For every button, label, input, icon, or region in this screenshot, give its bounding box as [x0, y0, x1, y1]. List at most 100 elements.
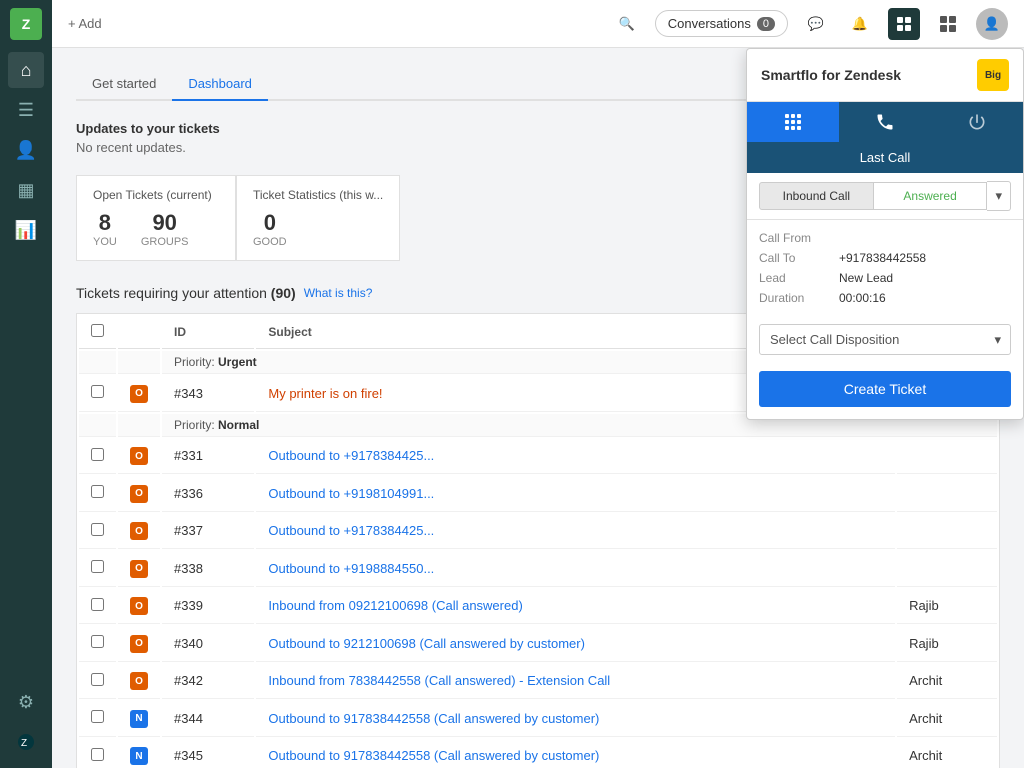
table-row: O #331 Outbound to +9178384425... [79, 439, 997, 475]
ticket-assignee: Rajib [897, 589, 997, 625]
nav-home[interactable]: ⌂ [8, 52, 44, 88]
add-button[interactable]: + Add [68, 16, 102, 31]
top-bar: + Add 🔍 Conversations 0 💬 🔔 👤 [52, 0, 1024, 48]
ticket-assignee: Rajib [897, 626, 997, 662]
table-row: N #344 Outbound to 917838442558 (Call an… [79, 701, 997, 737]
lead-value: New Lead [839, 271, 1011, 285]
create-ticket-button[interactable]: Create Ticket [759, 371, 1011, 407]
search-button[interactable]: 🔍 [611, 8, 643, 40]
row-checkbox[interactable] [91, 635, 104, 648]
ticket-subject[interactable]: Inbound from 09212100698 (Call answered) [268, 598, 522, 613]
row-checkbox[interactable] [91, 598, 104, 611]
nav-contacts[interactable]: 👤 [8, 132, 44, 168]
ticket-assignee: Archit [897, 664, 997, 700]
call-type-button: Inbound Call [759, 182, 874, 210]
table-row: N #345 Outbound to 917838442558 (Call an… [79, 739, 997, 768]
ticket-badge: N [130, 710, 148, 728]
ticket-subject[interactable]: Outbound to 917838442558 (Call answered … [268, 711, 599, 726]
open-tickets-title: Open Tickets (current) [93, 188, 219, 202]
nav-zendesk[interactable]: Z [8, 724, 44, 760]
call-from-label: Call From [759, 231, 839, 245]
ticket-stats-group: Ticket Statistics (this w... 0 GOOD [236, 175, 400, 261]
nav-reports[interactable]: ▦ [8, 172, 44, 208]
ticket-subject[interactable]: Outbound to +9198104991... [268, 486, 434, 501]
ticket-badge: O [130, 672, 148, 690]
call-disposition-select[interactable]: Select Call Disposition [759, 324, 1011, 355]
nav-settings[interactable]: ⚙ [8, 684, 44, 720]
ticket-id: #344 [162, 701, 254, 737]
ticket-badge: O [130, 635, 148, 653]
ticket-assignee [897, 439, 997, 475]
row-checkbox[interactable] [91, 710, 104, 723]
notification-icon-button[interactable]: 🔔 [844, 8, 876, 40]
popup-logo: Big [977, 59, 1009, 91]
table-row: O #339 Inbound from 09212100698 (Call an… [79, 589, 997, 625]
tab-get-started[interactable]: Get started [76, 68, 172, 101]
popup-tab-dialpad[interactable] [747, 102, 839, 142]
conversations-button[interactable]: Conversations 0 [655, 10, 788, 37]
popup-header: Smartflo for Zendesk Big [747, 49, 1023, 102]
lead-label: Lead [759, 271, 839, 285]
call-info: Call From Call To +917838442558 Lead New… [747, 220, 1023, 316]
user-avatar[interactable]: 👤 [976, 8, 1008, 40]
select-all-checkbox[interactable] [91, 324, 104, 337]
call-to-label: Call To [759, 251, 839, 265]
ticket-assignee: Archit [897, 739, 997, 768]
tickets-requiring-title: Tickets requiring your attention (90) [76, 285, 296, 301]
ticket-subject[interactable]: Outbound to 9212100698 (Call answered by… [268, 636, 585, 651]
ticket-subject[interactable]: Outbound to +9178384425... [268, 523, 434, 538]
ticket-subject[interactable]: Outbound to +9178384425... [268, 448, 434, 463]
ticket-id: #340 [162, 626, 254, 662]
ticket-id: #339 [162, 589, 254, 625]
popup-tab-call[interactable] [839, 102, 931, 142]
popup-tabs [747, 102, 1023, 142]
ticket-assignee [897, 551, 997, 587]
row-checkbox[interactable] [91, 673, 104, 686]
ticket-id: #345 [162, 739, 254, 768]
smartflo-popup: Smartflo for Zendesk Big [746, 48, 1024, 420]
popup-tab-power[interactable] [931, 102, 1023, 142]
call-answered-button: Answered [874, 182, 988, 210]
table-row: O #336 Outbound to +9198104991... [79, 476, 997, 512]
ticket-id: #342 [162, 664, 254, 700]
popup-body: Last Call Inbound Call Answered ▾ Call F… [747, 142, 1023, 419]
ticket-stats-title: Ticket Statistics (this w... [253, 188, 383, 202]
main-area: + Add 🔍 Conversations 0 💬 🔔 👤 Get starte… [52, 0, 1024, 768]
grid-icon-button[interactable] [932, 8, 964, 40]
conversations-badge: 0 [757, 17, 775, 31]
content-area: Get started Dashboard Updates to your ti… [52, 48, 1024, 768]
row-checkbox[interactable] [91, 560, 104, 573]
ticket-badge: O [130, 485, 148, 503]
what-is-this-link[interactable]: What is this? [304, 286, 373, 300]
call-status-row: Inbound Call Answered ▾ [747, 173, 1023, 220]
call-to-row: Call To +917838442558 [759, 248, 1011, 268]
ticket-assignee: Archit [897, 701, 997, 737]
row-checkbox[interactable] [91, 485, 104, 498]
ticket-id: #331 [162, 439, 254, 475]
ticket-badge: O [130, 597, 148, 615]
nav-tickets[interactable]: ☰ [8, 92, 44, 128]
app-logo: Z [10, 8, 42, 40]
call-to-value: +917838442558 [839, 251, 1011, 265]
open-tickets-group: Open Tickets (current) 8 YOU 90 GROUPS [76, 175, 236, 261]
row-checkbox[interactable] [91, 523, 104, 536]
svg-text:Z: Z [21, 738, 27, 749]
contacts-icon-button[interactable] [888, 8, 920, 40]
ticket-id: #343 [162, 376, 254, 412]
duration-row: Duration 00:00:16 [759, 288, 1011, 308]
chat-icon-button[interactable]: 💬 [800, 8, 832, 40]
duration-value: 00:00:16 [839, 291, 1011, 305]
ticket-badge: O [130, 522, 148, 540]
nav-analytics[interactable]: 📊 [8, 212, 44, 248]
tab-dashboard[interactable]: Dashboard [172, 68, 268, 101]
ticket-subject[interactable]: Outbound to +9198884550... [268, 561, 434, 576]
ticket-stats-good: 0 GOOD [253, 210, 287, 248]
ticket-subject[interactable]: Outbound to 917838442558 (Call answered … [268, 748, 599, 763]
row-checkbox[interactable] [91, 748, 104, 761]
call-dropdown-arrow[interactable]: ▾ [987, 181, 1011, 211]
ticket-assignee [897, 476, 997, 512]
ticket-subject[interactable]: My printer is on fire! [268, 386, 382, 401]
row-checkbox[interactable] [91, 385, 104, 398]
row-checkbox[interactable] [91, 448, 104, 461]
ticket-subject[interactable]: Inbound from 7838442558 (Call answered) … [268, 673, 610, 688]
